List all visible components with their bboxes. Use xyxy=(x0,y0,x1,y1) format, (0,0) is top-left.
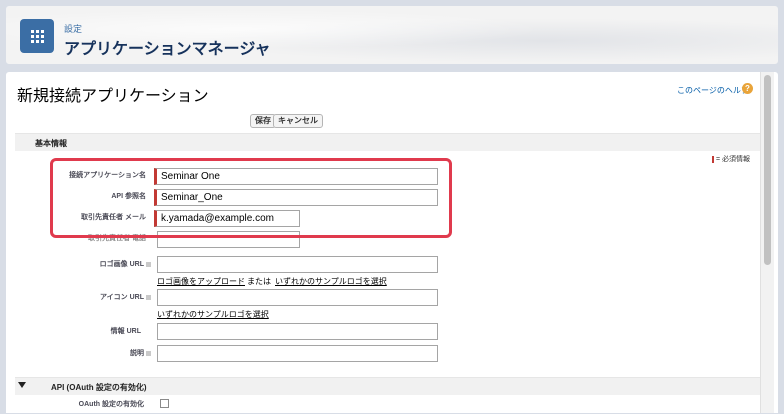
info-icon[interactable] xyxy=(146,350,151,356)
cancel-button[interactable]: キャンセル xyxy=(273,114,323,128)
description-label: 説明 xyxy=(46,348,151,358)
required-indicator-icon xyxy=(712,155,714,163)
info-url-field[interactable] xyxy=(157,323,438,340)
oauth-enable-label: OAuth 設定の有効化 xyxy=(78,401,144,408)
sample-logo-link[interactable]: いずれかのサンプルロゴを選択 xyxy=(275,276,387,287)
app-header: 設定 アプリケーションマネージャ xyxy=(5,5,779,65)
info-url-label: 情報 URL xyxy=(110,328,141,335)
help-icon[interactable]: ? xyxy=(742,83,753,94)
vertical-scrollbar[interactable] xyxy=(760,72,774,413)
description-label-text: 説明 xyxy=(130,350,144,357)
logo-url-field[interactable] xyxy=(157,256,438,273)
help-link[interactable]: このページのヘルプ xyxy=(677,85,749,96)
basic-info-section-title: 基本情報 xyxy=(35,139,67,148)
header-subtitle[interactable]: 設定 xyxy=(64,22,82,35)
logo-url-label-text: ロゴ画像 URL xyxy=(99,261,144,268)
api-section-header[interactable]: API (OAuth 設定の有効化) xyxy=(15,377,760,395)
scrollbar-thumb[interactable] xyxy=(764,75,771,265)
or-text: または xyxy=(247,277,271,286)
app-launcher-grid-icon[interactable] xyxy=(20,19,54,53)
icon-url-label-text: アイコン URL xyxy=(100,294,144,301)
upload-logo-link[interactable]: ロゴ画像をアップロード xyxy=(157,276,245,287)
api-section-title: API (OAuth 設定の有効化) xyxy=(51,383,147,392)
required-legend: = 必須情報 xyxy=(712,154,750,164)
collapse-triangle-icon[interactable] xyxy=(18,382,26,388)
info-icon[interactable] xyxy=(146,261,151,267)
sample-icon-link[interactable]: いずれかのサンプルロゴを選択 xyxy=(157,309,269,320)
description-field[interactable] xyxy=(157,345,438,362)
page-title: 新規接続アプリケーション xyxy=(17,88,209,105)
header-title: アプリケーションマネージャ xyxy=(64,41,271,58)
info-icon[interactable] xyxy=(146,294,151,300)
logo-url-label: ロゴ画像 URL xyxy=(46,259,151,269)
required-legend-text: = 必須情報 xyxy=(716,156,751,163)
main-panel: 新規接続アプリケーション このページのヘルプ ? 保存 キャンセル 基本情報 =… xyxy=(5,71,779,414)
icon-url-field[interactable] xyxy=(157,289,438,306)
oauth-enable-checkbox[interactable] xyxy=(160,399,169,408)
highlight-annotation xyxy=(50,158,452,238)
icon-url-label: アイコン URL xyxy=(46,292,151,302)
basic-info-section-header: 基本情報 xyxy=(15,133,760,151)
